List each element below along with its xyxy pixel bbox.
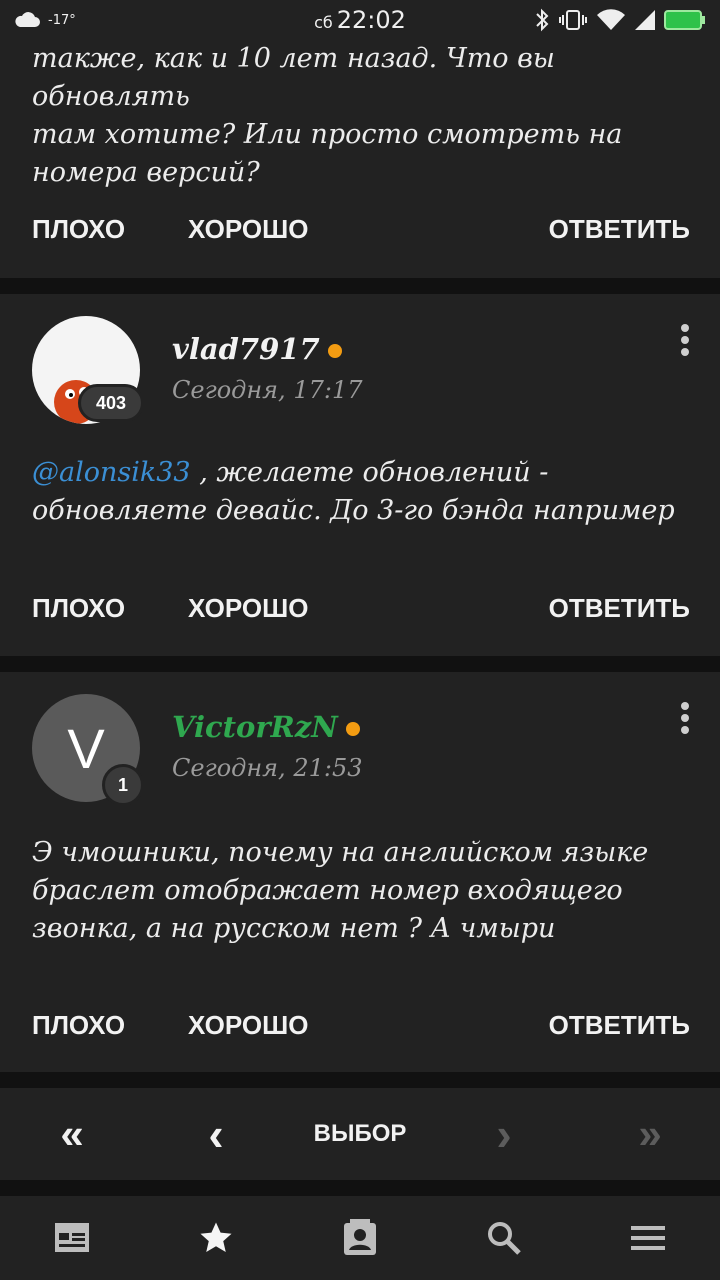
bottom-navigation: [0, 1196, 720, 1280]
comment-text: @alonsik33 , желаете обновлений - обновл…: [32, 454, 700, 530]
nav-menu[interactable]: [576, 1196, 720, 1280]
reply-button[interactable]: ОТВЕТИТЬ: [549, 1010, 690, 1041]
comment-text: также, как и 10 лет назад. Что вы обновл…: [32, 40, 680, 192]
text-line: также, как и 10 лет назад. Что вы обновл…: [32, 43, 555, 112]
like-button[interactable]: ХОРОШО: [188, 214, 308, 245]
like-button[interactable]: ХОРОШО: [188, 593, 308, 624]
comment-card: V 1 VictorRzN Сегодня, 21:53 Э чмошники,…: [0, 672, 720, 1072]
comment-time: Сегодня, 21:53: [172, 754, 363, 782]
weekday: сб: [314, 13, 333, 32]
page-select-button[interactable]: ВЫБОР: [290, 1088, 430, 1180]
reply-button[interactable]: ОТВЕТИТЬ: [549, 593, 690, 624]
text-line: там хотите? Или просто смотреть на: [32, 119, 623, 150]
username-text: vlad7917: [172, 332, 320, 366]
dislike-button[interactable]: ПЛОХО: [32, 1010, 125, 1041]
avatar-letter: V: [67, 716, 105, 780]
nav-search[interactable]: [432, 1196, 576, 1280]
online-indicator: [345, 722, 360, 736]
pagination-bar: « ‹ ВЫБОР › »: [0, 1088, 720, 1180]
contacts-icon: [344, 1219, 376, 1255]
username-text: VictorRzN: [172, 710, 338, 744]
news-icon: [55, 1223, 89, 1252]
first-page-icon: «: [60, 1110, 84, 1157]
like-button[interactable]: ХОРОШО: [188, 1010, 308, 1041]
user-mention-link[interactable]: @alonsik33: [32, 457, 191, 488]
text-line: обновляете девайс. До 3-го бэнда наприме…: [32, 495, 675, 526]
nav-contacts[interactable]: [288, 1196, 432, 1280]
dislike-button[interactable]: ПЛОХО: [32, 214, 125, 245]
page-select-label: ВЫБОР: [313, 1120, 407, 1147]
chevron-right-icon: ›: [496, 1108, 512, 1160]
comment-actions: ПЛОХО ХОРОШО ОТВЕТИТЬ: [0, 1010, 720, 1050]
username[interactable]: vlad7917: [172, 332, 342, 366]
reply-button[interactable]: ОТВЕТИТЬ: [549, 214, 690, 245]
text-line: звонка, а на русском нет ? А чмыри: [32, 913, 556, 944]
comment-card: 403 vlad7917 Сегодня, 17:17 @alonsik33 ,…: [0, 294, 720, 656]
text-segment: , желаете обновлений -: [199, 457, 549, 488]
last-page-button[interactable]: »: [618, 1088, 682, 1180]
text-line: браслет отображает номер входящего: [32, 875, 623, 906]
next-page-button[interactable]: ›: [472, 1088, 536, 1180]
reputation-badge: 403: [78, 384, 144, 422]
status-bar: -17° сб 22:02: [0, 0, 720, 40]
last-page-icon: »: [638, 1110, 662, 1157]
first-page-button[interactable]: «: [40, 1088, 104, 1180]
text-line: Э чмошники, почему на английском языке: [32, 837, 649, 868]
comment-actions: ПЛОХО ХОРОШО ОТВЕТИТЬ: [0, 593, 720, 633]
time: 22:02: [336, 6, 406, 34]
comment-time: Сегодня, 17:17: [172, 376, 363, 404]
clock: сб 22:02: [0, 6, 720, 34]
chevron-left-icon: ‹: [208, 1108, 224, 1160]
menu-icon: [631, 1226, 665, 1250]
more-options-icon[interactable]: [680, 702, 690, 738]
dislike-button[interactable]: ПЛОХО: [32, 593, 125, 624]
search-icon: [488, 1222, 521, 1255]
username[interactable]: VictorRzN: [172, 710, 360, 744]
online-indicator: [327, 344, 342, 358]
prev-page-button[interactable]: ‹: [184, 1088, 248, 1180]
more-options-icon[interactable]: [680, 324, 690, 360]
reputation-badge: 1: [102, 764, 144, 806]
text-line: номера версий?: [32, 157, 260, 188]
comment-actions: ПЛОХО ХОРОШО ОТВЕТИТЬ: [0, 214, 720, 254]
comment-card: также, как и 10 лет назад. Что вы обновл…: [0, 0, 720, 278]
comment-text: Э чмошники, почему на английском языке б…: [32, 834, 680, 948]
star-icon: [200, 1222, 232, 1253]
text-line: @alonsik33 , желаете обновлений -: [32, 454, 700, 492]
nav-news[interactable]: [0, 1196, 144, 1280]
nav-favorites[interactable]: [144, 1196, 288, 1280]
